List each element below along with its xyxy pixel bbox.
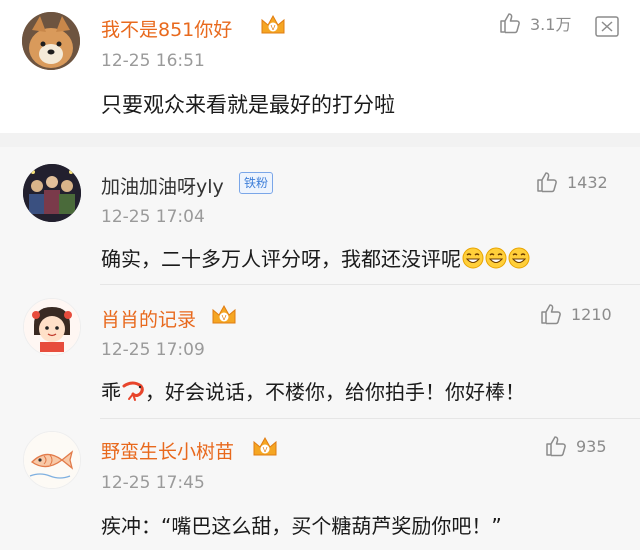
timestamp: 12-25 17:09 — [101, 340, 205, 360]
more-options-icon[interactable] — [594, 14, 620, 40]
svg-text:V: V — [222, 314, 227, 322]
like-count: 3.1万 — [530, 15, 572, 34]
username[interactable]: 野蛮生长小树苗 — [101, 437, 234, 464]
svg-text:V: V — [271, 24, 276, 32]
thumbs-up-icon — [541, 304, 561, 325]
like-count: 1432 — [567, 172, 608, 192]
avatar[interactable] — [22, 12, 80, 70]
avatar[interactable] — [23, 298, 81, 356]
timestamp: 12-25 16:51 — [101, 51, 205, 71]
username[interactable]: 我不是851你好 — [101, 15, 232, 42]
reply-divider — [100, 284, 640, 285]
like-button[interactable]: 3.1万 — [498, 11, 571, 35]
comment-text: 只要观众来看就是最好的打分啦 — [101, 93, 395, 117]
thumbs-up-icon — [500, 13, 520, 34]
main-comment: 我不是851你好 V 12-25 16:51 只要观众来看就是最好的打分啦 3.… — [0, 0, 640, 133]
grin-emoji-icon — [485, 247, 507, 269]
cartoon-girl-avatar-icon — [24, 299, 80, 355]
shrimp-emoji-icon — [122, 381, 144, 401]
like-count: 935 — [576, 436, 607, 456]
comment-text: 乖 ，好会说话，不楼你，给你拍手！你好棒！ — [101, 376, 525, 405]
fish-drawing-avatar-icon — [24, 432, 80, 488]
like-button[interactable]: 1210 — [539, 302, 612, 326]
thumbs-up-icon — [546, 436, 566, 457]
avatar[interactable] — [23, 164, 81, 222]
grin-emoji-group — [462, 247, 530, 269]
vip-crown-icon: V — [261, 14, 285, 34]
username[interactable]: 加油加油呀yly — [101, 172, 224, 199]
vip-crown-icon: V — [253, 436, 277, 456]
section-separator — [0, 133, 640, 147]
group-photo-avatar-icon — [23, 164, 81, 222]
vip-crown-icon: V — [212, 304, 236, 324]
svg-text:V: V — [263, 446, 268, 454]
grin-emoji-icon — [462, 247, 484, 269]
reply-list — [0, 147, 640, 550]
like-button[interactable]: 1432 — [535, 170, 608, 194]
fan-badge: 铁粉 — [239, 172, 274, 194]
comment-text-body: 确实，二十多万人评分呀，我都还没评呢 — [101, 247, 461, 271]
grin-emoji-icon — [508, 247, 530, 269]
thumbs-up-icon — [537, 172, 557, 193]
timestamp: 12-25 17:45 — [101, 473, 205, 493]
comment-text: 确实，二十多万人评分呀，我都还没评呢 — [101, 243, 530, 272]
comment-text: 疾冲：“嘴巴这么甜，买个糖葫芦奖励你吧！” — [101, 514, 502, 538]
like-count: 1210 — [571, 304, 612, 324]
username[interactable]: 肖肖的记录 — [101, 305, 196, 332]
avatar[interactable] — [23, 431, 81, 489]
timestamp: 12-25 17:04 — [101, 207, 205, 227]
reply-divider — [100, 418, 640, 419]
like-button[interactable]: 935 — [544, 434, 607, 458]
comment-text-body: ，好会说话，不楼你，给你拍手！你好棒！ — [145, 380, 525, 404]
comment-text-prefix: 乖 — [101, 380, 121, 404]
dog-avatar-icon — [22, 12, 80, 70]
